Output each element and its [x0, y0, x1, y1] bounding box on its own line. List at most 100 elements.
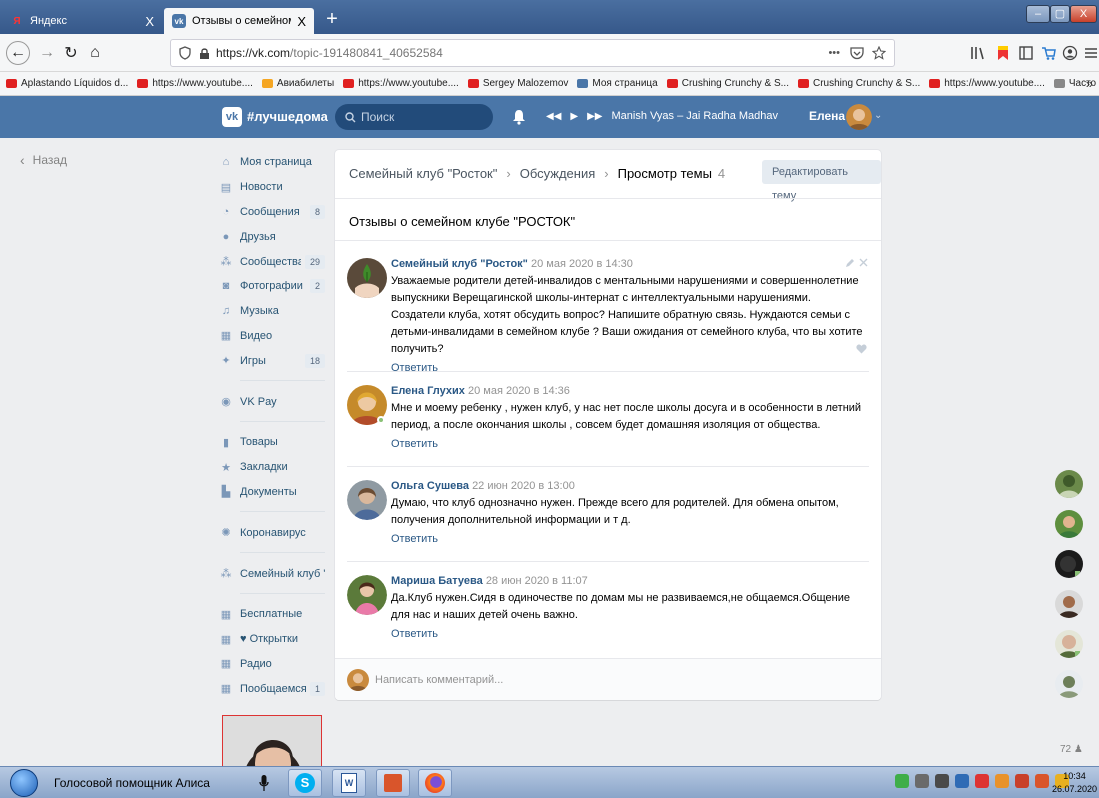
tray-icon[interactable] [1035, 774, 1049, 788]
page-actions-icon[interactable]: ••• [828, 47, 840, 59]
left-menu-item[interactable]: ▦ Радио [220, 652, 325, 677]
security-tray-icon[interactable] [895, 774, 909, 788]
left-menu-item[interactable]: ♫ Музыка [220, 299, 325, 324]
delete-close-icon[interactable] [859, 258, 868, 267]
left-menu-item[interactable]: ★ Закладки [220, 455, 325, 480]
left-menu-item[interactable]: ◙ Фотографии 2 [220, 274, 325, 299]
tab-yandex[interactable]: Я Яндекс X [2, 8, 162, 34]
windows-start-button[interactable] [10, 769, 38, 797]
edit-topic-button[interactable]: Редактировать тему [762, 160, 881, 202]
left-menu-item[interactable]: ▤ Новости [220, 175, 325, 200]
tab-close-icon[interactable]: X [297, 14, 306, 29]
online-friends-count[interactable]: 72 ♟ [1060, 744, 1083, 755]
tab-current-topic[interactable]: vk Отзывы о семейном клубе "Р X [164, 8, 314, 34]
tray-icon[interactable] [975, 774, 989, 788]
bookmark-item[interactable]: Crushing Crunchy & S... [797, 78, 920, 89]
bookmarks-overflow-icon[interactable]: » [1086, 76, 1093, 91]
back-arrow-icon[interactable]: ← [6, 41, 30, 65]
friend-avatar[interactable] [1055, 550, 1083, 578]
bookmark-item[interactable]: https://www.youtube.... [137, 78, 253, 89]
new-tab-button[interactable]: + [320, 8, 344, 32]
tray-icon[interactable] [995, 774, 1009, 788]
tray-icon[interactable] [1015, 774, 1029, 788]
bookmark-item[interactable]: Aplastando Líquidos d... [6, 78, 128, 89]
tray-icon[interactable] [915, 774, 929, 788]
home-icon[interactable]: ⌂ [82, 40, 108, 66]
left-menu-item[interactable]: ⌂ Моя страница [220, 150, 325, 175]
pocket-icon[interactable] [850, 46, 864, 60]
reply-link[interactable]: Ответить [391, 438, 867, 450]
left-menu-item[interactable]: ▮ Товары [220, 430, 325, 455]
microphone-icon[interactable] [259, 774, 269, 792]
reply-link[interactable]: Ответить [391, 533, 867, 545]
reload-icon[interactable]: ↻ [58, 40, 84, 66]
post-author-link[interactable]: Елена Глухих [391, 385, 465, 397]
library-icon[interactable] [970, 45, 986, 61]
user-name[interactable]: Елена [809, 109, 845, 123]
minimize-button[interactable]: – [1026, 5, 1050, 23]
vk-brand-hashtag[interactable]: #лучшедома [247, 109, 328, 124]
reply-link[interactable]: Ответить [391, 628, 867, 640]
comment-input[interactable] [375, 669, 865, 691]
post-author-link[interactable]: Семейный клуб "Росток" [391, 258, 528, 270]
breadcrumb-discussions-link[interactable]: Обсуждения [520, 166, 596, 181]
edit-pencil-icon[interactable] [845, 258, 855, 268]
bookmark-item[interactable]: Авиабилеты [261, 78, 334, 89]
left-menu-item[interactable]: ▦ Бесплатные [220, 602, 325, 627]
vk-search-box[interactable] [335, 104, 493, 130]
left-menu-item[interactable]: ● Друзья [220, 224, 325, 249]
bookmark-item[interactable]: https://www.youtube.... [343, 78, 459, 89]
taskbar-app[interactable] [376, 769, 410, 797]
post-date[interactable]: 20 мая 2020 в 14:30 [531, 258, 633, 270]
notifications-bell-icon[interactable] [512, 109, 526, 125]
left-menu-item[interactable]: ▦ ♥ Открытки [220, 627, 325, 652]
forward-arrow-icon[interactable]: → [34, 40, 60, 66]
left-menu-item[interactable]: ▦ Видео [220, 324, 325, 349]
voice-assistant-label[interactable]: Голосовой помощник Алиса [54, 776, 210, 790]
system-clock[interactable]: 10:34 26.07.2020 [1052, 770, 1097, 796]
friend-avatar[interactable] [1055, 470, 1083, 498]
play-icon[interactable]: ▶ [570, 111, 578, 122]
post-date[interactable]: 20 мая 2020 в 14:36 [468, 385, 570, 397]
user-menu-caret-icon[interactable]: ⌄ [874, 110, 882, 121]
taskbar-word[interactable]: W [332, 769, 366, 797]
network-icon[interactable] [955, 774, 969, 788]
menu-hamburger-icon[interactable] [1083, 45, 1099, 61]
post-author-link[interactable]: Мариша Батуева [391, 575, 483, 587]
left-menu-item[interactable]: ◔ Сообщения 8 [220, 200, 325, 225]
now-playing-track[interactable]: Manish Vyas – Jai Radha Madhav [611, 110, 778, 122]
left-menu-item[interactable]: ◉ VK Pay [220, 389, 325, 414]
account-icon[interactable] [1062, 45, 1078, 61]
post-date[interactable]: 22 июн 2020 в 13:00 [472, 480, 575, 492]
user-avatar[interactable] [846, 104, 872, 130]
window-close-button[interactable]: X [1070, 5, 1097, 23]
yandex-bookmark-icon[interactable] [995, 45, 1011, 61]
left-menu-item[interactable]: ⁂ Сообщества 29 [220, 249, 325, 274]
url-bar[interactable]: https://vk.com/topic-191480841_40652584 … [170, 39, 895, 67]
like-heart-icon[interactable] [856, 344, 867, 354]
friend-avatar[interactable] [1055, 670, 1083, 698]
post-author-avatar[interactable] [347, 575, 387, 615]
star-bookmark-icon[interactable] [872, 46, 886, 60]
cart-icon[interactable] [1041, 45, 1057, 61]
friend-avatar[interactable] [1055, 510, 1083, 538]
bookmark-item[interactable]: Crushing Crunchy & S... [666, 78, 789, 89]
bookmark-item[interactable]: Моя страница [577, 78, 658, 89]
previous-track-icon[interactable]: ◀◀ [546, 111, 561, 122]
post-author-avatar[interactable] [347, 258, 387, 298]
post-date[interactable]: 28 июн 2020 в 11:07 [486, 575, 588, 587]
back-link[interactable]: ‹ Назад [20, 152, 67, 168]
post-author-avatar[interactable] [347, 480, 387, 520]
tab-close-icon[interactable]: X [145, 14, 154, 29]
next-track-icon[interactable]: ▶▶ [587, 111, 602, 122]
left-menu-item[interactable]: ✺ Коронавирус [220, 520, 325, 545]
friend-avatar[interactable] [1055, 630, 1083, 658]
maximize-button[interactable]: ▢ [1050, 5, 1070, 23]
taskbar-firefox[interactable] [418, 769, 452, 797]
left-menu-item[interactable]: ✦ Игры 18 [220, 348, 325, 373]
sidebar-icon[interactable] [1018, 45, 1034, 61]
friend-avatar[interactable] [1055, 590, 1083, 618]
volume-icon[interactable] [935, 774, 949, 788]
left-menu-item[interactable]: ⁂ Семейный клуб "... [220, 561, 326, 586]
bookmark-item[interactable]: https://www.youtube.... [929, 78, 1045, 89]
